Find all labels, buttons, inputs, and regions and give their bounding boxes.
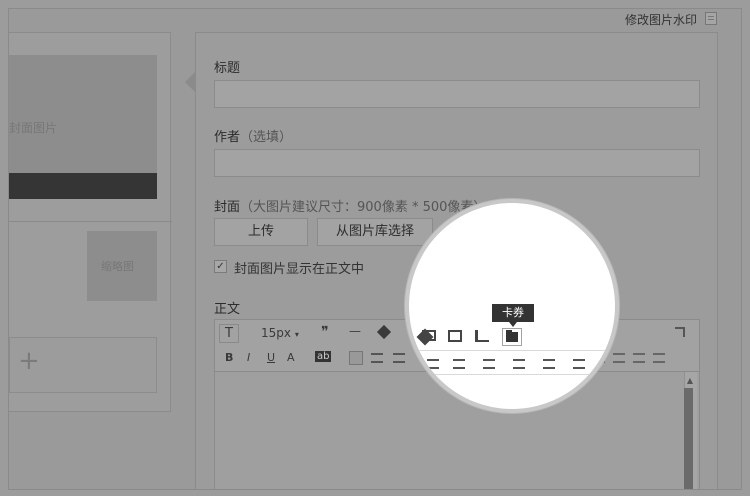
chevron-down-icon: ▾ xyxy=(294,330,299,339)
magnifier-divider-top xyxy=(409,350,615,351)
quote-icon[interactable]: ❞ xyxy=(321,324,329,340)
add-article-button[interactable]: + xyxy=(9,337,157,393)
scrollbar-thumb[interactable] xyxy=(684,388,693,489)
bold-button[interactable]: B xyxy=(225,351,233,364)
font-size-select[interactable]: 15px ▾ xyxy=(261,326,299,340)
outdent-icon[interactable] xyxy=(613,353,625,363)
line-height-icon[interactable] xyxy=(483,359,495,369)
spacing-icon[interactable] xyxy=(453,359,465,369)
show-in-body-label: 封面图片显示在正文中 xyxy=(234,262,365,277)
modify-watermark-link[interactable]: 修改图片水印 xyxy=(625,11,697,28)
italic-button[interactable]: I xyxy=(247,351,250,364)
ordered-list-icon[interactable] xyxy=(543,359,555,369)
text-format-icon[interactable]: T xyxy=(219,324,239,343)
scroll-up-icon[interactable]: ▲ xyxy=(687,376,693,385)
upload-button[interactable]: 上传 xyxy=(214,218,308,246)
cover-label-text: 封面 xyxy=(214,200,241,215)
align-right-icon[interactable] xyxy=(427,359,439,369)
underline-button[interactable]: U xyxy=(267,351,275,364)
cover-placeholder-text: 封面图片 xyxy=(9,121,58,135)
article-list-panel: 封面图片 缩略图 + xyxy=(9,32,172,412)
unordered-list-icon[interactable] xyxy=(573,359,585,369)
cover-hint: （大图片建议尺寸：900像素 * 500像素） xyxy=(240,200,487,215)
title-label: 标题 xyxy=(214,61,241,76)
author-input[interactable] xyxy=(214,149,700,177)
scrollbar[interactable]: ▲ xyxy=(684,372,697,489)
font-size-value: 15px xyxy=(261,326,291,340)
magnifier-highlight: 卡券 xyxy=(405,199,619,413)
card-icon xyxy=(506,330,518,342)
divider xyxy=(9,221,172,222)
document-icon[interactable] xyxy=(705,12,717,25)
thumbnail-preview[interactable]: 缩略图 xyxy=(87,231,157,301)
cover-preview[interactable]: 封面图片 xyxy=(9,55,157,199)
author-label-text: 作者 xyxy=(214,130,241,145)
video-icon[interactable] xyxy=(422,330,436,341)
magnifier-divider-bottom xyxy=(409,374,615,375)
card-button[interactable] xyxy=(502,328,522,346)
title-input[interactable] xyxy=(214,80,700,108)
fullscreen-icon[interactable] xyxy=(675,327,685,337)
align-center-icon[interactable] xyxy=(371,353,383,363)
image-icon[interactable] xyxy=(448,330,462,342)
font-color-button[interactable]: A xyxy=(287,351,295,364)
align-left-icon[interactable] xyxy=(349,351,363,365)
eraser-icon[interactable] xyxy=(376,324,392,340)
body-label: 正文 xyxy=(214,302,241,317)
author-hint: （选填） xyxy=(240,130,293,145)
author-label: 作者（选填） xyxy=(214,126,292,145)
card-tooltip: 卡券 xyxy=(492,304,534,327)
line-height-icon[interactable] xyxy=(633,353,645,363)
pointer-arrow xyxy=(185,72,195,92)
thumbnail-placeholder-text: 缩略图 xyxy=(101,260,134,273)
app-frame: 修改图片水印 封面图片 缩略图 + 标题 作者（选填） 封面（大图片建议尺寸：9… xyxy=(8,8,742,490)
cover-title-bar xyxy=(9,173,157,199)
indent-icon[interactable] xyxy=(513,359,525,369)
bg-color-button[interactable]: ab xyxy=(315,351,332,362)
vote-icon[interactable] xyxy=(475,330,489,342)
cover-label: 封面（大图片建议尺寸：900像素 * 500像素） xyxy=(214,196,486,215)
align-right-icon[interactable] xyxy=(393,353,405,363)
show-in-body-checkbox[interactable]: ✓ xyxy=(214,260,227,273)
horizontal-rule-icon[interactable]: — xyxy=(349,324,361,338)
library-button[interactable]: 从图片库选择 xyxy=(317,218,433,246)
plus-icon: + xyxy=(18,346,40,376)
paragraph-icon[interactable] xyxy=(653,353,665,363)
